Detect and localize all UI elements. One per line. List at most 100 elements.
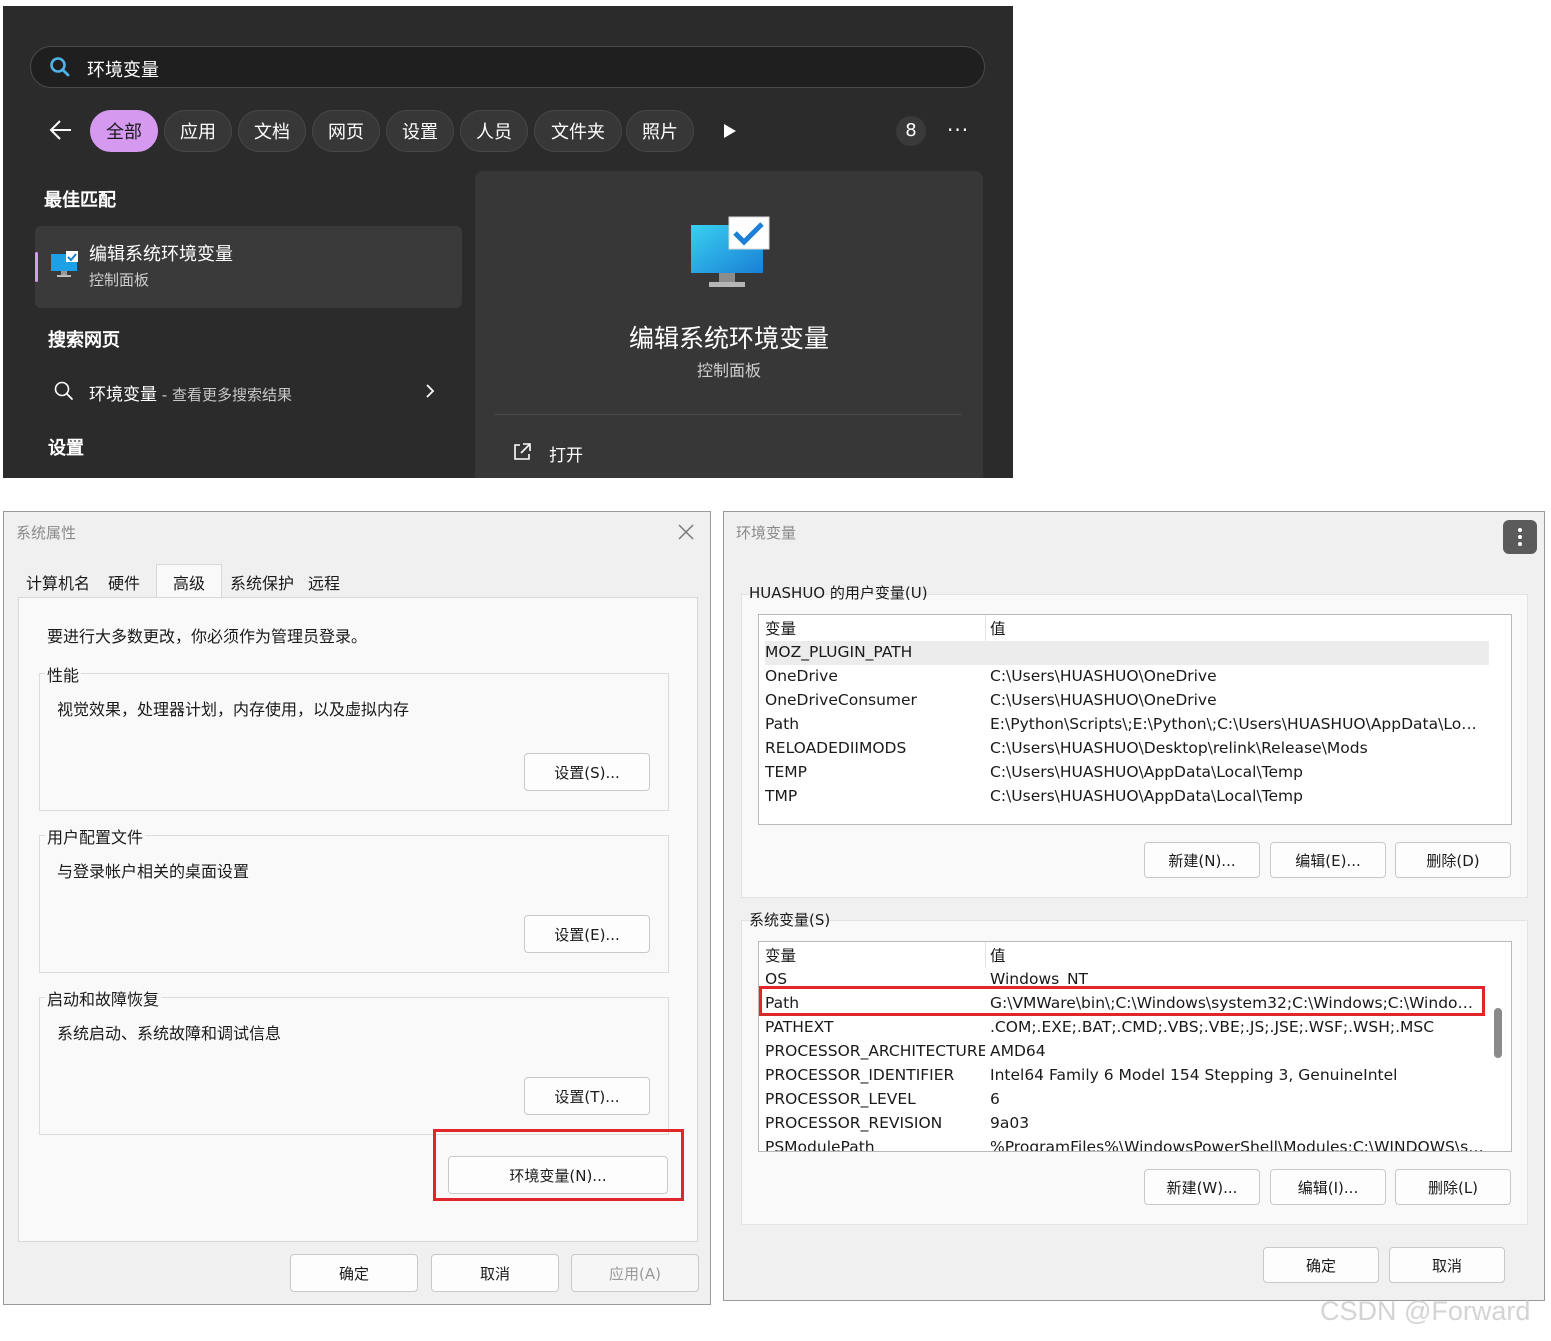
user-variables-table[interactable]: 变量 值 MOZ_PLUGIN_PATH OneDrive C:\Users\HU… xyxy=(758,614,1512,825)
watermark: CSDN @Forward xyxy=(1320,1296,1531,1326)
variable-value: %ProgramFiles%\WindowsPowerShell\Modules… xyxy=(990,1138,1485,1152)
best-match-result[interactable]: 编辑系统环境变量 控制面板 xyxy=(35,226,462,308)
tab-remote[interactable]: 远程 xyxy=(302,567,346,597)
startup-recovery-settings-button[interactable]: 设置(T)... xyxy=(524,1077,650,1115)
search-icon xyxy=(53,380,75,406)
variable-value: C:\Users\HUASHUO\AppData\Local\Temp xyxy=(990,763,1303,781)
variable-name: OneDriveConsumer xyxy=(765,691,917,709)
more-options-icon[interactable]: ··· xyxy=(947,118,977,142)
filter-chip-photos[interactable]: 照片 xyxy=(626,110,694,152)
web-search-label: 环境变量 - 查看更多搜索结果 xyxy=(89,380,292,405)
table-row[interactable]: RELOADEDIIMODS C:\Users\HUASHUO\Desktop\r… xyxy=(765,737,1489,761)
detail-title: 编辑系统环境变量 xyxy=(628,324,829,353)
divider xyxy=(495,414,961,415)
user-profiles-label: 用户配置文件 xyxy=(45,824,146,848)
filter-chip-people[interactable]: 人员 xyxy=(460,110,528,152)
ok-button[interactable]: 确定 xyxy=(1263,1247,1379,1283)
table-row[interactable]: PROCESSOR_LEVEL 6 xyxy=(765,1088,1489,1112)
variable-value: 9a03 xyxy=(990,1114,1030,1132)
filter-chip-all[interactable]: 全部 xyxy=(90,110,158,152)
selection-accent xyxy=(35,252,38,282)
user-delete-button[interactable]: 删除(D) xyxy=(1395,842,1511,878)
column-header-variable[interactable]: 变量 xyxy=(765,617,985,639)
table-row[interactable]: PROCESSOR_REVISION 9a03 xyxy=(765,1112,1489,1136)
more-options-icon[interactable] xyxy=(1503,520,1537,554)
highlight-box xyxy=(433,1129,684,1201)
variable-name: Path xyxy=(765,715,800,733)
dialog-title: 环境变量 xyxy=(736,524,797,542)
play-icon[interactable] xyxy=(723,123,737,139)
result-detail-pane: 编辑系统环境变量 控制面板 打开 xyxy=(475,171,983,478)
table-row[interactable]: PSModulePath %ProgramFiles%\WindowsPowerS… xyxy=(765,1136,1489,1152)
column-separator xyxy=(985,615,986,641)
system-properties-dialog: 系统属性 计算机名 硬件 高级 系统保护 远程 要进行大多数更改，你必须作为管理… xyxy=(3,511,711,1305)
system-edit-button[interactable]: 编辑(I)... xyxy=(1270,1169,1386,1205)
filter-chip-documents[interactable]: 文档 xyxy=(238,110,306,152)
user-variables-label: HUASHUO 的用户变量(U) xyxy=(749,584,928,602)
cancel-button[interactable]: 取消 xyxy=(1389,1247,1505,1283)
chevron-right-icon xyxy=(423,382,437,400)
variable-value: 6 xyxy=(990,1090,1000,1108)
variable-value: E:\Python\Scripts\;E:\Python\;C:\Users\H… xyxy=(990,715,1485,733)
column-header-value[interactable]: 值 xyxy=(990,617,1485,639)
user-profiles-description: 与登录帐户相关的桌面设置 xyxy=(57,862,250,881)
table-row[interactable]: TMP C:\Users\HUASHUO\AppData\Local\Temp xyxy=(765,785,1489,809)
scrollbar-thumb[interactable] xyxy=(1494,1008,1502,1058)
table-row[interactable]: PROCESSOR_IDENTIFIER Intel64 Family 6 Mod… xyxy=(765,1064,1489,1088)
tab-hardware[interactable]: 硬件 xyxy=(98,567,150,597)
web-search-result[interactable]: 环境变量 - 查看更多搜索结果 xyxy=(51,378,451,406)
table-row[interactable]: OneDrive C:\Users\HUASHUO\OneDrive xyxy=(765,665,1489,689)
ok-button[interactable]: 确定 xyxy=(290,1254,418,1292)
tab-advanced[interactable]: 高级 xyxy=(156,564,222,598)
apply-button[interactable]: 应用(A) xyxy=(571,1254,699,1292)
column-header-value[interactable]: 值 xyxy=(990,944,1485,966)
table-row[interactable]: Path E:\Python\Scripts\;E:\Python\;C:\Use… xyxy=(765,713,1489,737)
user-profiles-settings-button[interactable]: 设置(E)... xyxy=(524,915,650,953)
close-icon[interactable] xyxy=(676,522,696,542)
table-row[interactable]: PATHEXT .COM;.EXE;.BAT;.CMD;.VBS;.VBE;.JS… xyxy=(765,1016,1489,1040)
system-new-button[interactable]: 新建(W)... xyxy=(1144,1169,1260,1205)
table-row[interactable]: OneDriveConsumer C:\Users\HUASHUO\OneDriv… xyxy=(765,689,1489,713)
tab-system-protection[interactable]: 系统保护 xyxy=(224,567,300,597)
cancel-button[interactable]: 取消 xyxy=(431,1254,559,1292)
search-query-text: 环境变量 xyxy=(87,60,159,81)
system-variables-table[interactable]: 变量 值 OS Windows_NT Path G:\VMWare\bin\;C:\… xyxy=(758,941,1512,1152)
environment-variables-dialog: 环境变量 HUASHUO 的用户变量(U) 变量 值 MOZ_PLUGIN_PA… xyxy=(723,511,1545,1301)
table-row[interactable]: TEMP C:\Users\HUASHUO\AppData\Local\Temp xyxy=(765,761,1489,785)
variable-value: Intel64 Family 6 Model 154 Stepping 3, G… xyxy=(990,1066,1398,1084)
system-variables-label: 系统变量(S) xyxy=(749,911,831,929)
best-match-subtitle: 控制面板 xyxy=(89,271,150,289)
filter-chip-apps[interactable]: 应用 xyxy=(164,110,232,152)
variable-name: TMP xyxy=(765,787,798,805)
table-row[interactable]: MOZ_PLUGIN_PATH xyxy=(765,641,1489,665)
variable-name: PROCESSOR_LEVEL xyxy=(765,1090,916,1108)
advanced-tab-panel: 要进行大多数更改，你必须作为管理员登录。 性能 视觉效果，处理器计划，内存使用，… xyxy=(18,597,698,1242)
web-search-query: 环境变量 xyxy=(89,385,157,405)
settings-heading: 设置 xyxy=(48,438,84,459)
table-row[interactable]: PROCESSOR_ARCHITECTURE AMD64 xyxy=(765,1040,1489,1064)
back-arrow-icon[interactable] xyxy=(47,116,75,144)
dialog-title: 系统属性 xyxy=(16,524,77,542)
startup-recovery-description: 系统启动、系统故障和调试信息 xyxy=(57,1024,282,1043)
filter-chip-folders[interactable]: 文件夹 xyxy=(534,110,622,152)
best-match-heading: 最佳匹配 xyxy=(44,190,116,211)
open-external-icon xyxy=(511,441,533,467)
tab-computer-name[interactable]: 计算机名 xyxy=(20,567,96,597)
column-separator xyxy=(985,942,986,968)
variable-name: OneDrive xyxy=(765,667,838,685)
filter-chip-settings[interactable]: 设置 xyxy=(386,110,454,152)
column-header-variable[interactable]: 变量 xyxy=(765,944,985,966)
admin-note: 要进行大多数更改，你必须作为管理员登录。 xyxy=(47,627,368,646)
search-input[interactable]: 环境变量 xyxy=(30,46,985,88)
variable-name: PROCESSOR_IDENTIFIER xyxy=(765,1066,955,1084)
performance-settings-button[interactable]: 设置(S)... xyxy=(524,753,650,791)
user-edit-button[interactable]: 编辑(E)... xyxy=(1270,842,1386,878)
user-new-button[interactable]: 新建(N)... xyxy=(1144,842,1260,878)
filter-chip-web[interactable]: 网页 xyxy=(312,110,380,152)
variable-name: PSModulePath xyxy=(765,1138,875,1152)
windows-search-panel: 环境变量 全部 应用 文档 网页 设置 人员 文件夹 照片 8 ··· 最佳匹配… xyxy=(3,6,1013,478)
performance-description: 视觉效果，处理器计划，内存使用，以及虚拟内存 xyxy=(57,700,410,719)
system-env-monitor-icon xyxy=(50,250,80,280)
system-delete-button[interactable]: 删除(L) xyxy=(1395,1169,1511,1205)
web-search-heading: 搜索网页 xyxy=(48,330,120,351)
